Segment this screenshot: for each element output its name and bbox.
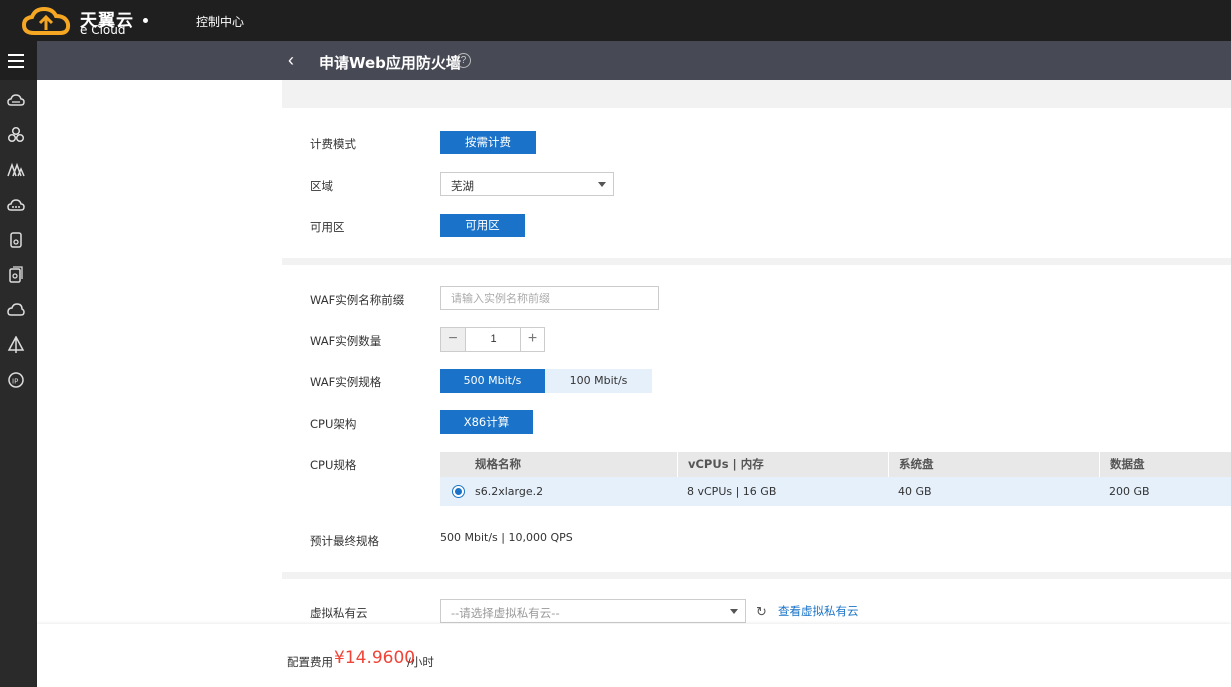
region-value: 芜湖	[451, 179, 474, 193]
final-spec-value: 500 Mbit/s | 10,000 QPS	[440, 531, 573, 544]
svg-text:IP: IP	[12, 378, 18, 386]
table-cell: 40 GB	[898, 485, 932, 498]
instance-prefix-input[interactable]	[440, 286, 659, 310]
spec-option-500[interactable]: 500 Mbit/s	[440, 369, 545, 393]
fee-footer: 配置费用 ¥14.9600 /小时	[37, 624, 1231, 687]
sail-icon[interactable]	[7, 335, 25, 354]
instance-section: WAF实例名称前缀 WAF实例数量 − 1 + WAF实例规格 500 Mbit…	[282, 265, 1231, 572]
instance-count-stepper: − 1 +	[440, 327, 545, 352]
main-content: 计费模式 按需计费 区域 芜湖 可用区 可用区 WAF实例名称前缀 WAF实例数…	[37, 80, 1231, 687]
table-header-cell: vCPUs | 内存	[677, 452, 888, 477]
menu-icon[interactable]	[0, 41, 37, 80]
vpc-placeholder: --请选择虚拟私有云--	[451, 606, 560, 620]
instance-count-value[interactable]: 1	[465, 328, 521, 351]
left-blank-panel	[37, 80, 282, 625]
brand-name-en: e Cloud	[80, 23, 126, 37]
cpu-spec-table: 规格名称 vCPUs | 内存 系统盘 数据盘 s6.2xlarge.2 8 v…	[440, 452, 1231, 506]
billing-mode-button[interactable]: 按需计费	[440, 131, 536, 154]
page-header: ‹ 申请Web应用防火墙 ?	[37, 41, 1231, 80]
spec-option-100[interactable]: 100 Mbit/s	[545, 369, 652, 393]
zone-button[interactable]: 可用区	[440, 214, 525, 237]
final-spec-label: 预计最终规格	[310, 534, 379, 548]
cloud-logo-icon	[22, 6, 71, 35]
plus-icon[interactable]: +	[520, 328, 544, 351]
instance-prefix-label: WAF实例名称前缀	[310, 293, 405, 307]
vpc-select[interactable]: --请选择虚拟私有云--	[440, 599, 746, 623]
ip-icon[interactable]: IP	[7, 371, 25, 389]
table-cell: 200 GB	[1109, 485, 1150, 498]
top-bar: 天翼云 e Cloud 控制中心	[0, 0, 1231, 41]
vpc-section: 虚拟私有云 --请选择虚拟私有云-- ↻ 查看虚拟私有云	[282, 579, 1231, 629]
cpu-spec-label: CPU规格	[310, 458, 357, 472]
cloud-icon[interactable]	[7, 301, 25, 319]
billing-section: 计费模式 按需计费 区域 芜湖 可用区 可用区	[282, 108, 1231, 258]
chevron-down-icon	[598, 182, 606, 187]
table-cell: s6.2xlarge.2	[475, 485, 544, 498]
refresh-icon[interactable]: ↻	[756, 604, 767, 620]
table-header-cell: 规格名称	[475, 457, 521, 471]
zone-label: 可用区	[310, 220, 345, 234]
table-header-cell: 系统盘	[888, 452, 1099, 477]
mountain-icon[interactable]	[7, 161, 25, 179]
cloud-host-icon[interactable]	[7, 91, 25, 109]
vpc-label: 虚拟私有云	[310, 606, 368, 620]
radio-selected-icon[interactable]	[452, 485, 465, 498]
billing-mode-label: 计费模式	[310, 137, 356, 151]
fee-value: ¥14.9600	[334, 648, 416, 668]
region-select[interactable]: 芜湖	[440, 172, 614, 196]
network-icon[interactable]	[7, 126, 25, 144]
server-icon[interactable]	[7, 231, 25, 249]
instance-count-label: WAF实例数量	[310, 334, 382, 348]
database-icon[interactable]	[7, 266, 25, 284]
brand-dot	[143, 18, 148, 23]
cpu-arch-button[interactable]: X86计算	[440, 410, 533, 434]
chevron-down-icon	[730, 609, 738, 614]
console-link[interactable]: 控制中心	[196, 13, 244, 30]
brand-logo[interactable]: 天翼云 e Cloud	[22, 4, 148, 38]
table-cell: 8 vCPUs | 16 GB	[687, 485, 777, 498]
table-row[interactable]: s6.2xlarge.2 8 vCPUs | 16 GB 40 GB 200 G…	[440, 477, 1231, 506]
fee-label: 配置费用	[287, 655, 333, 669]
minus-icon[interactable]: −	[441, 328, 465, 351]
region-label: 区域	[310, 179, 333, 193]
page-title: 申请Web应用防火墙	[319, 54, 461, 72]
back-arrow-icon[interactable]: ‹	[288, 51, 294, 69]
view-vpc-link[interactable]: 查看虚拟私有云	[778, 603, 859, 619]
cloud-storage-icon[interactable]	[7, 196, 25, 214]
fee-unit: /小时	[407, 655, 434, 669]
help-icon[interactable]: ?	[456, 53, 471, 68]
instance-spec-label: WAF实例规格	[310, 375, 382, 389]
left-nav: IP	[0, 41, 37, 687]
table-header-cell: 数据盘	[1099, 452, 1231, 477]
cpu-arch-label: CPU架构	[310, 417, 357, 431]
table-header: 规格名称 vCPUs | 内存 系统盘 数据盘	[440, 452, 1231, 477]
